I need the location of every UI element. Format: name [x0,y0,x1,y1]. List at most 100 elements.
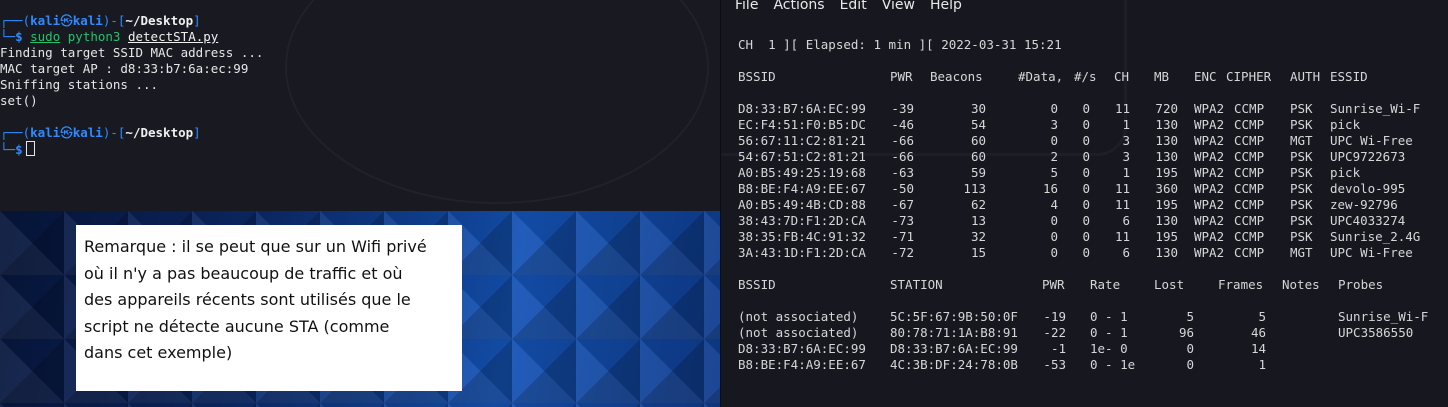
output-line: MAC target AP : d8:33:b7:6a:ec:99 [0,61,249,76]
ap-cell-auth: MGT [1290,245,1313,260]
ap-cell-bssid: 54:67:51:C2:81:21 [738,149,866,164]
station-cell-probes: UPC3586550 [1338,325,1414,340]
ap-cell-ch: 11 [1114,181,1130,196]
menu-view[interactable]: View [882,0,915,13]
station-row: (not associated) 80:78:71:1A:B8:91 -22 0 - … [721,325,1448,341]
station-cell-pwr: -19 [1043,309,1066,324]
col-station: STATION [890,277,943,292]
right-terminal-window[interactable]: File Actions Edit View Help CH 1 ][ Elapsed:… [721,0,1448,407]
col-pwr: PWR [1042,277,1065,292]
ap-cell-ch: 6 [1122,213,1130,228]
prompt-arrow: └─ [0,142,16,157]
ap-cell-data: 0 [1050,229,1058,244]
col-probes: Probes [1338,277,1384,292]
col-rate: #/s [1074,69,1097,84]
ap-cell-cipher: CCMP [1234,181,1265,196]
ap-cell-bssid: 3A:43:1D:F1:2D:CA [738,245,866,260]
ap-cell-data: 0 [1050,101,1058,116]
prompt-bracket: ┌──( [0,13,31,28]
col-notes: Notes [1282,277,1320,292]
ap-cell-bssid: 38:43:7D:F1:2D:CA [738,213,866,228]
menu-help[interactable]: Help [930,0,962,13]
ap-cell-pwr: -71 [891,229,914,244]
remark-note-box: Remarque : il se peut que sur un Wifi pr… [76,225,462,391]
prompt-dollar: $ [15,29,23,44]
station-cell-lost: 96 [1178,325,1194,340]
ap-cell-enc: WPA2 [1194,101,1225,116]
ap-cell-mb: 130 [1155,213,1178,228]
ap-cell-essid: UPC4033274 [1330,213,1406,228]
remark-line: Remarque : il se peut que sur un Wifi pr… [84,237,427,256]
ap-cell-auth: MGT [1290,133,1313,148]
ap-cell-ch: 3 [1122,133,1130,148]
ap-cell-auth: PSK [1290,213,1313,228]
col-auth: AUTH [1290,69,1321,84]
menu-actions[interactable]: Actions [773,0,824,13]
left-terminal-window[interactable]: ┌──(kali㉿kali)-[~/Desktop] └─$ sudo pyth… [0,0,720,211]
ap-cell-ch: 11 [1114,101,1130,116]
prompt-host: kali [72,13,103,28]
ap-cell-bssid: EC:F4:51:F0:B5:DC [738,117,866,132]
prompt-dollar: $ [15,142,23,157]
prompt-at-symbol: ㉿ [60,13,73,28]
ap-row: A0:B5:49:25:19:68 -63 59 5 0 1 195 WPA2 CCMP PSK p… [721,165,1448,181]
station-row: D8:33:B7:6A:EC:99 D8:33:B7:6A:EC:99 -1 1e- … [721,341,1448,357]
ap-row: A0:B5:49:4B:CD:88 -67 62 4 0 11 195 WPA2 CCMP PSK… [721,197,1448,213]
menu-edit[interactable]: Edit [840,0,867,13]
station-cell-rate: 0 - 1e [1090,357,1136,372]
kali-watermark [285,0,709,204]
ap-cell-enc: WPA2 [1194,197,1225,212]
ap-cell-mb: 130 [1155,133,1178,148]
ap-cell-auth: PSK [1290,101,1313,116]
ap-cell-essid: devolo-995 [1330,181,1406,196]
station-cell-frames: 1 [1258,357,1266,372]
ap-cell-mb: 720 [1155,101,1178,116]
ap-cell-beacons: 32 [970,229,986,244]
station-table-header: BSSID STATION PWR Rate Lost Frames Notes… [721,277,1448,293]
station-cell-pwr: -22 [1043,325,1066,340]
ap-cell-data: 3 [1050,117,1058,132]
station-cell-pwr: -53 [1043,357,1066,372]
ap-cell-cipher: CCMP [1234,197,1265,212]
ap-cell-rate: 0 [1082,117,1090,132]
col-lost: Lost [1154,277,1185,292]
ap-cell-mb: 130 [1155,117,1178,132]
ap-cell-essid: zew-92796 [1330,197,1398,212]
ap-row: 3A:43:1D:F1:2D:CA -72 15 0 0 6 130 WPA2 CCMP MGT U… [721,245,1448,261]
ap-cell-rate: 0 [1082,165,1090,180]
ap-cell-auth: PSK [1290,197,1313,212]
ap-cell-enc: WPA2 [1194,213,1225,228]
col-data: #Data, [1018,69,1064,84]
ap-cell-pwr: -39 [891,101,914,116]
station-row: B8:BE:F4:A9:EE:67 4C:3B:DF:24:78:0B -53 0 -… [721,357,1448,373]
ap-cell-essid: UPC9722673 [1330,149,1406,164]
ap-cell-auth: PSK [1290,117,1313,132]
ap-cell-auth: PSK [1290,181,1313,196]
ap-cell-mb: 360 [1155,181,1178,196]
station-cell-rate: 1e- 0 [1090,341,1128,356]
ap-cell-pwr: -72 [891,245,914,260]
ap-cell-bssid: D8:33:B7:6A:EC:99 [738,101,866,116]
prompt-bracket: )-[ [102,13,126,28]
ap-cell-enc: WPA2 [1194,165,1225,180]
ap-cell-cipher: CCMP [1234,229,1265,244]
ap-cell-data: 0 [1050,213,1058,228]
command-line-2[interactable]: └─$ [0,141,35,157]
ap-cell-beacons: 30 [970,101,986,116]
ap-cell-enc: WPA2 [1194,245,1225,260]
ap-row: EC:F4:51:F0:B5:DC -46 54 3 0 1 130 WPA2 CCMP PSK p… [721,117,1448,133]
ap-cell-bssid: 56:67:11:C2:81:21 [738,133,866,148]
menu-file[interactable]: File [735,0,758,13]
ap-cell-data: 2 [1050,149,1058,164]
command-script-file: detectSTA.py [127,29,219,44]
prompt-user: kali [30,13,61,28]
ap-cell-mb: 130 [1155,245,1178,260]
col-frames: Frames [1218,277,1264,292]
ap-cell-essid: UPC Wi-Free [1330,133,1413,148]
ap-table-header: BSSID PWR Beacons #Data, #/s CH MB ENC C… [721,69,1448,85]
ap-cell-cipher: CCMP [1234,213,1265,228]
ap-cell-cipher: CCMP [1234,117,1265,132]
ap-cell-ch: 1 [1122,165,1130,180]
ap-cell-essid: pick [1330,117,1361,132]
station-cell-frames: 14 [1250,341,1266,356]
